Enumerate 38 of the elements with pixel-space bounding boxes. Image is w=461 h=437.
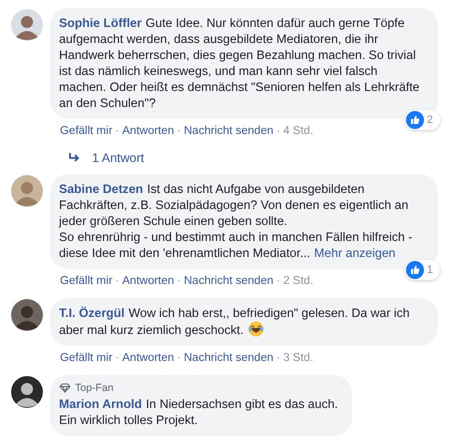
separator-dot: · [276, 124, 280, 139]
action-link[interactable]: Gefällt mir [60, 273, 112, 289]
comment-text: So ehrenrührig - und bestimmt auch in manchen Fällen hilfreich - diese Idee mit den 'ehrenamtlichen Mediator... Mehr anzeigen [59, 229, 414, 261]
action-link[interactable]: Antworten [122, 350, 174, 366]
separator-dot: · [115, 274, 120, 289]
comment-text: Sophie Löffler Gute Idee. Nur könnten dafür auch gerne Töpfe aufgemacht werden, dass ausgebildete Mediatoren, die ihr Handwerk beherrschen, dies gegen Bezahlung machen. So trivial ist das nämlich keineswegs, und man kann sehr viel falsch machen. Oder heißt es demnächst "Senioren helfen als Lehrkräfte an den Schulen"? [59, 15, 420, 111]
action-link[interactable]: Nachricht senden [184, 123, 274, 139]
avatar-icon[interactable] [11, 299, 43, 331]
comment-text: T.I. Özergül Wow ich hab erst,, befriedigen" gelesen. Da war ich aber mal kurz ziemlich geschockt. [59, 305, 411, 338]
separator-dot: · [115, 124, 120, 139]
action-link[interactable]: Gefällt mir [60, 123, 112, 139]
replies-link[interactable]: 1 Antwort [68, 151, 438, 165]
comment-text: Marion Arnold In Niedersachsen gibt es das auch. [59, 396, 338, 412]
separator-dot: · [177, 351, 181, 366]
separator-dot: · [177, 274, 181, 289]
like-icon [406, 111, 424, 129]
top-fan-label: Top-Fan [75, 382, 114, 394]
author-link[interactable]: Sophie Löffler [59, 16, 142, 30]
avatar-icon[interactable] [11, 376, 43, 408]
separator-dot: · [115, 351, 120, 366]
separator-dot: · [276, 274, 280, 289]
author-link[interactable]: Marion Arnold [59, 397, 142, 411]
action-link[interactable]: Gefällt mir [60, 350, 112, 366]
more-link[interactable]: Mehr anzeigen [314, 246, 396, 260]
separator-dot: · [177, 124, 181, 139]
author-link[interactable]: Sabine Detzen [59, 182, 144, 196]
diamond-icon [59, 383, 71, 393]
action-link[interactable]: Nachricht senden [184, 350, 274, 366]
action-link[interactable]: Antworten [122, 273, 174, 289]
like-icon [406, 261, 424, 279]
laughing-emoji-icon [248, 321, 264, 337]
reply-arrow-icon [68, 152, 82, 164]
action-link[interactable]: Nachricht senden [184, 273, 274, 289]
action-link[interactable]: Antworten [122, 123, 174, 139]
separator-dot: · [276, 351, 280, 366]
comment-text: Ein wirklich tolles Projekt. [59, 412, 199, 428]
author-link[interactable]: T.I. Özergül [59, 306, 125, 320]
comment-text: Sabine Detzen Ist das nicht Aufgabe von ausgebildeten Fachkräften, z.B. Sozialpädagogen? Von denen es eigentlich an jeder größeren Schule einen geben sollte. [59, 181, 410, 229]
